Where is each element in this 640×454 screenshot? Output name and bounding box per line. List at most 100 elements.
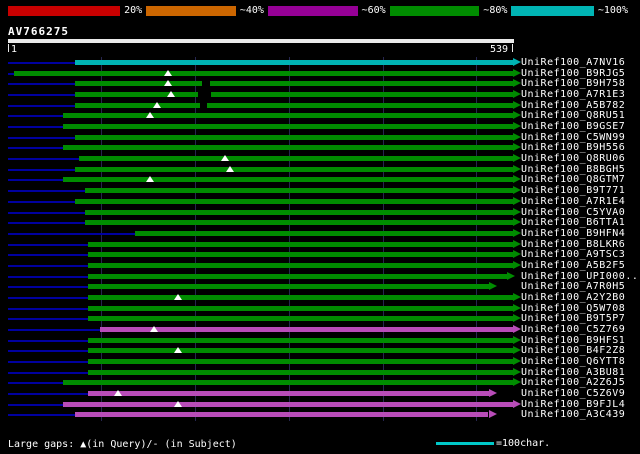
hit-bar[interactable] [100,327,513,332]
hit-bar[interactable] [87,241,513,247]
hit-label[interactable]: UniRef100_A7R1E3 [521,89,625,100]
scale-percent-label: 20% [124,5,143,16]
hit-label[interactable]: UniRef100_A2Z6J5 [521,377,625,388]
hit-label[interactable]: UniRef100_B9RJG5 [521,68,625,79]
unaligned-leader-line [8,350,88,353]
hit-bar[interactable] [87,348,513,354]
hit-label[interactable]: UniRef100_B9H556 [521,142,625,153]
hit-bar-arrowhead-icon [513,111,521,120]
hit-label[interactable]: UniRef100_Q8RU06 [521,153,625,164]
unaligned-leader-line [8,179,64,182]
hit-label[interactable]: UniRef100_A9TSC3 [521,249,625,260]
hit-bar[interactable] [134,230,513,236]
hit-bar[interactable] [87,262,513,268]
alignment-row: UniRef100_B9FJL4 [0,399,640,410]
hit-label[interactable]: UniRef100_Q8GTM7 [521,174,625,185]
hit-bar[interactable] [74,198,513,204]
hit-label[interactable]: UniRef100_A7R0H5 [521,281,625,292]
scale-percent-label: ~80% [483,5,508,16]
hit-bar[interactable] [63,380,513,386]
alignment-row: UniRef100_B4F2Z8 [0,345,640,356]
hit-bar[interactable] [74,81,513,87]
hit-label[interactable]: UniRef100_B9GSE7 [521,121,625,132]
hit-bar[interactable] [63,113,513,119]
subject-gap-marker [199,102,207,108]
hit-label[interactable]: UniRef100_C5Z6V9 [521,388,625,399]
hit-label[interactable]: UniRef100_B9HFS1 [521,335,625,346]
alignment-plot: UniRef100_A7NV16 UniRef100_B9RJG5 UniRef10… [0,57,640,421]
hit-label[interactable]: UniRef100_UPI000... [521,271,640,282]
query-gap-triangle-icon [145,112,154,119]
hit-label[interactable]: UniRef100_C5Z769 [521,324,625,335]
hit-bar[interactable] [74,92,513,98]
hit-bar-arrowhead-icon [513,260,521,269]
hit-label[interactable]: UniRef100_Q5W708 [521,303,625,314]
subject-gap-marker [202,81,210,87]
hit-bar[interactable] [87,305,513,311]
unaligned-leader-line [8,126,64,129]
hit-label[interactable]: UniRef100_Q8RU51 [521,110,625,121]
query-gap-triangle-icon [113,390,122,397]
hit-label[interactable]: UniRef100_B9T771 [521,185,625,196]
hit-bar[interactable] [13,70,513,76]
hit-label[interactable]: UniRef100_B6TTA1 [521,217,625,228]
unaligned-leader-line [8,382,64,385]
hit-label[interactable]: UniRef100_Q6YTT8 [521,356,625,367]
hit-bar[interactable] [87,316,513,322]
hit-bar[interactable] [63,401,513,407]
hit-bar[interactable] [63,124,513,130]
hit-label[interactable]: UniRef100_B8BGH5 [521,164,625,175]
alignment-row: UniRef100_B9RJG5 [0,68,640,79]
hit-label[interactable]: UniRef100_A5B2F5 [521,260,625,271]
hit-label[interactable]: UniRef100_A5B782 [521,100,625,111]
legend-bar: Large gaps: ▲(in Query)/- (in Subject) =… [8,438,636,452]
hit-label[interactable]: UniRef100_B9H758 [521,78,625,89]
hit-label[interactable]: UniRef100_B4F2Z8 [521,345,625,356]
alignment-row: UniRef100_A7R0H5 [0,281,640,292]
hit-label[interactable]: UniRef100_A3C439 [521,409,625,420]
hit-bar-arrowhead-icon [513,325,521,333]
query-gap-triangle-icon [173,400,182,407]
hit-label[interactable]: UniRef100_B9T5P7 [521,313,625,324]
hit-label[interactable]: UniRef100_A7R1E4 [521,196,625,207]
hit-bar[interactable] [87,294,513,300]
hit-bar[interactable] [74,60,513,65]
hit-bar[interactable] [79,156,513,162]
hit-label[interactable]: UniRef100_A3BU81 [521,367,625,378]
hit-bar[interactable] [87,284,489,290]
alignment-row: UniRef100_B8LKR6 [0,239,640,250]
hit-label[interactable]: UniRef100_A2Y2B0 [521,292,625,303]
unaligned-leader-line [8,94,75,97]
hit-bar[interactable] [87,252,513,258]
hit-bar[interactable] [74,134,513,140]
alignment-row: UniRef100_C5Z6V9 [0,388,640,399]
query-ruler-bar [8,39,514,43]
hit-bar[interactable] [85,188,513,194]
hit-bar-arrowhead-icon [513,100,521,109]
hit-label[interactable]: UniRef100_B8LKR6 [521,239,625,250]
hit-label[interactable]: UniRef100_B9HFN4 [521,228,625,239]
hit-bar[interactable] [87,391,489,397]
alignment-row: UniRef100_B9GSE7 [0,121,640,132]
hit-bar[interactable] [63,177,513,183]
hit-bar[interactable] [87,359,513,365]
hit-bar[interactable] [87,273,508,279]
hit-bar-arrowhead-icon [513,68,521,77]
scale-color-segment [389,6,480,16]
hit-bar-arrowhead-icon [513,228,521,237]
hit-label[interactable]: UniRef100_A7NV16 [521,57,625,68]
hit-label[interactable]: UniRef100_C5WN99 [521,132,625,143]
unaligned-leader-line [8,361,88,364]
hit-label[interactable]: UniRef100_B9FJL4 [521,399,625,410]
hit-bar[interactable] [85,209,513,215]
hit-bar[interactable] [87,337,513,343]
hit-bar[interactable] [87,369,513,375]
hit-bar-arrowhead-icon [513,175,521,184]
hit-bar[interactable] [74,412,489,418]
hit-label[interactable]: UniRef100_C5YVA0 [521,207,625,218]
hit-bar[interactable] [74,102,513,108]
hit-bar[interactable] [85,220,513,226]
hit-bar[interactable] [74,166,513,172]
hit-bar[interactable] [63,145,513,151]
scale-percent-label: ~40% [239,5,264,16]
